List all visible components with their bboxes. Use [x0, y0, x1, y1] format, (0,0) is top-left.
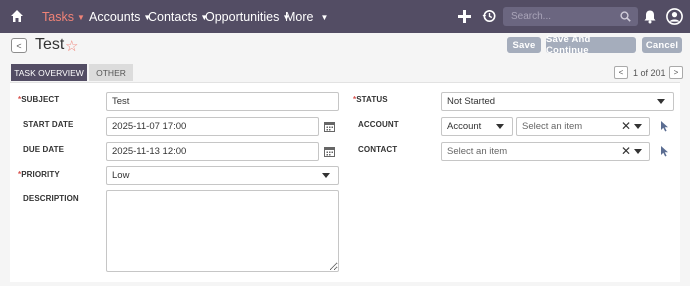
- priority-label: *PRIORITY: [18, 170, 60, 179]
- chevron-down-icon: ▼: [320, 13, 329, 22]
- description-label: DESCRIPTION: [23, 194, 79, 203]
- status-label-text: STATUS: [356, 95, 388, 104]
- tab-task-overview[interactable]: TASK OVERVIEW: [11, 64, 87, 81]
- nav-tasks[interactable]: Tasks ▼: [42, 0, 85, 33]
- subject-input[interactable]: Test: [106, 92, 339, 111]
- priority-value: Low: [112, 170, 130, 181]
- plus-icon[interactable]: [458, 10, 471, 23]
- nav-accounts-label: Accounts: [89, 9, 141, 24]
- nav-more-label: More: [285, 9, 314, 24]
- account-placeholder: Select an item: [522, 121, 583, 132]
- select-pointer-icon[interactable]: [660, 146, 670, 157]
- star-icon[interactable]: ☆: [65, 37, 78, 55]
- status-select[interactable]: Not Started: [441, 92, 674, 111]
- nav-contacts-label: Contacts: [148, 9, 198, 24]
- chevron-down-icon: [322, 173, 330, 178]
- contact-placeholder: Select an item: [447, 146, 508, 157]
- status-label: *STATUS: [353, 95, 388, 104]
- bell-icon[interactable]: [643, 9, 657, 24]
- pager-count: 1 of 201: [633, 68, 666, 78]
- nav-more[interactable]: More ▼: [285, 0, 328, 33]
- tab-other[interactable]: OTHER: [89, 64, 133, 81]
- nav-tasks-label: Tasks: [42, 9, 74, 24]
- select-pointer-icon[interactable]: [660, 121, 670, 132]
- chevron-right-icon: >: [673, 68, 679, 77]
- subject-label: *SUBJECT: [18, 95, 59, 104]
- account-select[interactable]: Select an item ✕: [516, 117, 650, 136]
- account-type-select[interactable]: Account: [441, 117, 513, 136]
- save-button[interactable]: Save: [507, 37, 541, 53]
- chevron-down-icon: [657, 99, 665, 104]
- record-title: Test: [35, 36, 65, 53]
- clear-icon[interactable]: ✕: [621, 144, 631, 158]
- calendar-icon[interactable]: [324, 146, 335, 157]
- user-avatar-icon[interactable]: [666, 8, 683, 25]
- search-icon[interactable]: [620, 11, 631, 22]
- account-label: ACCOUNT: [358, 120, 399, 129]
- start-date-input[interactable]: 2025-11-07 17:00: [106, 117, 319, 136]
- nav-contacts[interactable]: Contacts ▼: [148, 0, 208, 33]
- search-input[interactable]: [503, 7, 638, 26]
- nav-opportunities[interactable]: Opportunities ▼: [205, 0, 290, 33]
- chevron-down-icon: ▼: [76, 13, 85, 22]
- description-textarea[interactable]: [106, 190, 339, 272]
- contact-select[interactable]: Select an item ✕: [441, 142, 650, 161]
- nav-opportunities-label: Opportunities: [205, 9, 280, 24]
- clear-icon[interactable]: ✕: [621, 119, 631, 133]
- top-navigation-bar: Tasks ▼ Accounts ▼ Contacts ▼ Opportunities…: [0, 0, 690, 33]
- home-icon[interactable]: [10, 9, 24, 23]
- contact-label: CONTACT: [358, 145, 398, 154]
- chevron-left-icon: <: [618, 68, 624, 77]
- previous-record-button[interactable]: <: [614, 66, 628, 79]
- priority-select[interactable]: Low: [106, 166, 339, 185]
- chevron-down-icon: [634, 124, 642, 129]
- chevron-left-icon: <: [16, 40, 22, 51]
- nav-accounts[interactable]: Accounts ▼: [89, 0, 151, 33]
- due-date-label: DUE DATE: [23, 145, 65, 154]
- account-type-value: Account: [447, 121, 482, 132]
- next-record-button[interactable]: >: [669, 66, 683, 79]
- chevron-down-icon: [634, 149, 642, 154]
- start-date-label: START DATE: [23, 120, 74, 129]
- save-and-continue-button[interactable]: Save And Continue: [546, 34, 636, 56]
- calendar-icon[interactable]: [324, 121, 335, 132]
- status-value: Not Started: [447, 96, 496, 107]
- due-date-input[interactable]: 2025-11-13 12:00: [106, 142, 319, 161]
- subject-label-text: SUBJECT: [21, 95, 60, 104]
- chevron-down-icon: [496, 124, 504, 129]
- cancel-button[interactable]: Cancel: [642, 37, 682, 53]
- priority-label-text: PRIORITY: [21, 170, 60, 179]
- back-button[interactable]: <: [11, 38, 27, 53]
- history-icon[interactable]: [482, 9, 496, 23]
